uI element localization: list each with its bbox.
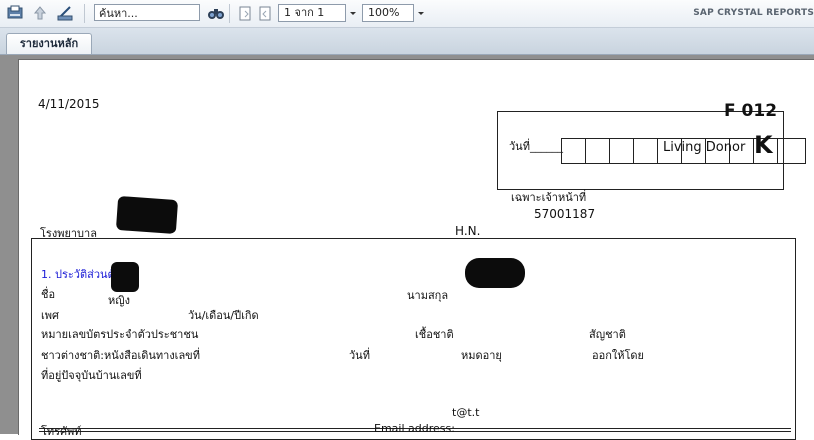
dob-label: วัน/เดือน/ปีเกิด — [188, 309, 259, 322]
date-label: วันที่______ — [509, 140, 563, 153]
passport-label: ชาวต่างชาติ:หนังสือเดินทางเลขที่ — [41, 349, 200, 362]
email-label: Email address: — [374, 422, 455, 435]
search-input[interactable]: ค้นหา... — [94, 4, 200, 21]
address-label: ที่อยู่ปัจจุบันบ้านเลขที่ — [41, 369, 142, 382]
toolbar-separator — [229, 4, 230, 23]
binoculars-icon[interactable] — [207, 4, 225, 22]
sex-label: เพศ — [41, 309, 59, 322]
up-arrow-icon[interactable] — [31, 4, 49, 22]
page-number-input[interactable]: 1 จาก 1 — [278, 4, 346, 22]
first-page-icon[interactable] — [236, 4, 254, 22]
report-viewer[interactable]: 4/11/2015 F 012 วันที่______ Living Dono… — [0, 55, 814, 440]
ethnicity-label: เชื้อชาติ — [415, 328, 454, 341]
export-icon[interactable] — [6, 4, 24, 22]
sex-value: หญิง — [108, 294, 130, 307]
redacted-hospital — [115, 195, 179, 235]
passport-date-label: วันที่ — [349, 349, 370, 362]
section-title: 1. ประวัติส่วนตัว — [41, 268, 121, 281]
staff-only-label: เฉพาะเจ้าหน้าที่ — [511, 191, 587, 204]
issued-by-label: ออกให้โดย — [592, 349, 644, 362]
redacted-name — [111, 262, 139, 292]
tab-main-report[interactable]: รายงานหลัก — [6, 33, 92, 54]
chevron-down-icon[interactable] — [347, 4, 359, 22]
hn-label: H.N. — [455, 224, 481, 238]
nationality-label: สัญชาติ — [589, 328, 626, 341]
report-date: 4/11/2015 — [38, 97, 100, 111]
previous-page-icon[interactable] — [256, 4, 274, 22]
brand-logo: SAP CRYSTAL REPORTS — [693, 8, 814, 18]
phone-label: โทรศัพท์ — [41, 425, 82, 438]
redacted-surname — [465, 258, 525, 288]
report-page: 4/11/2015 F 012 วันที่______ Living Dono… — [18, 59, 814, 440]
email-value: t@t.t — [452, 406, 480, 419]
expiry-label: หมดอายุ — [461, 349, 502, 362]
donor-code: K — [754, 131, 773, 159]
print-icon[interactable] — [56, 4, 74, 22]
tab-strip: รายงานหลัก — [0, 28, 814, 55]
form-code: F 012 — [724, 101, 778, 121]
staff-number: 57001187 — [534, 207, 596, 221]
toolbar: ค้นหา... 1 จาก 1 100% SAP CRYSTAL REPORT… — [0, 0, 814, 28]
last-name-label: นามสกุล — [407, 289, 449, 302]
zoom-select[interactable]: 100% — [362, 4, 414, 22]
first-name-label: ชื่อ — [41, 288, 56, 301]
toolbar-separator — [84, 4, 85, 23]
donor-type: Living Donor — [663, 140, 746, 155]
chevron-down-icon[interactable] — [415, 4, 427, 22]
id-card-label: หมายเลขบัตรประจำตัวประชาชน — [41, 328, 199, 341]
